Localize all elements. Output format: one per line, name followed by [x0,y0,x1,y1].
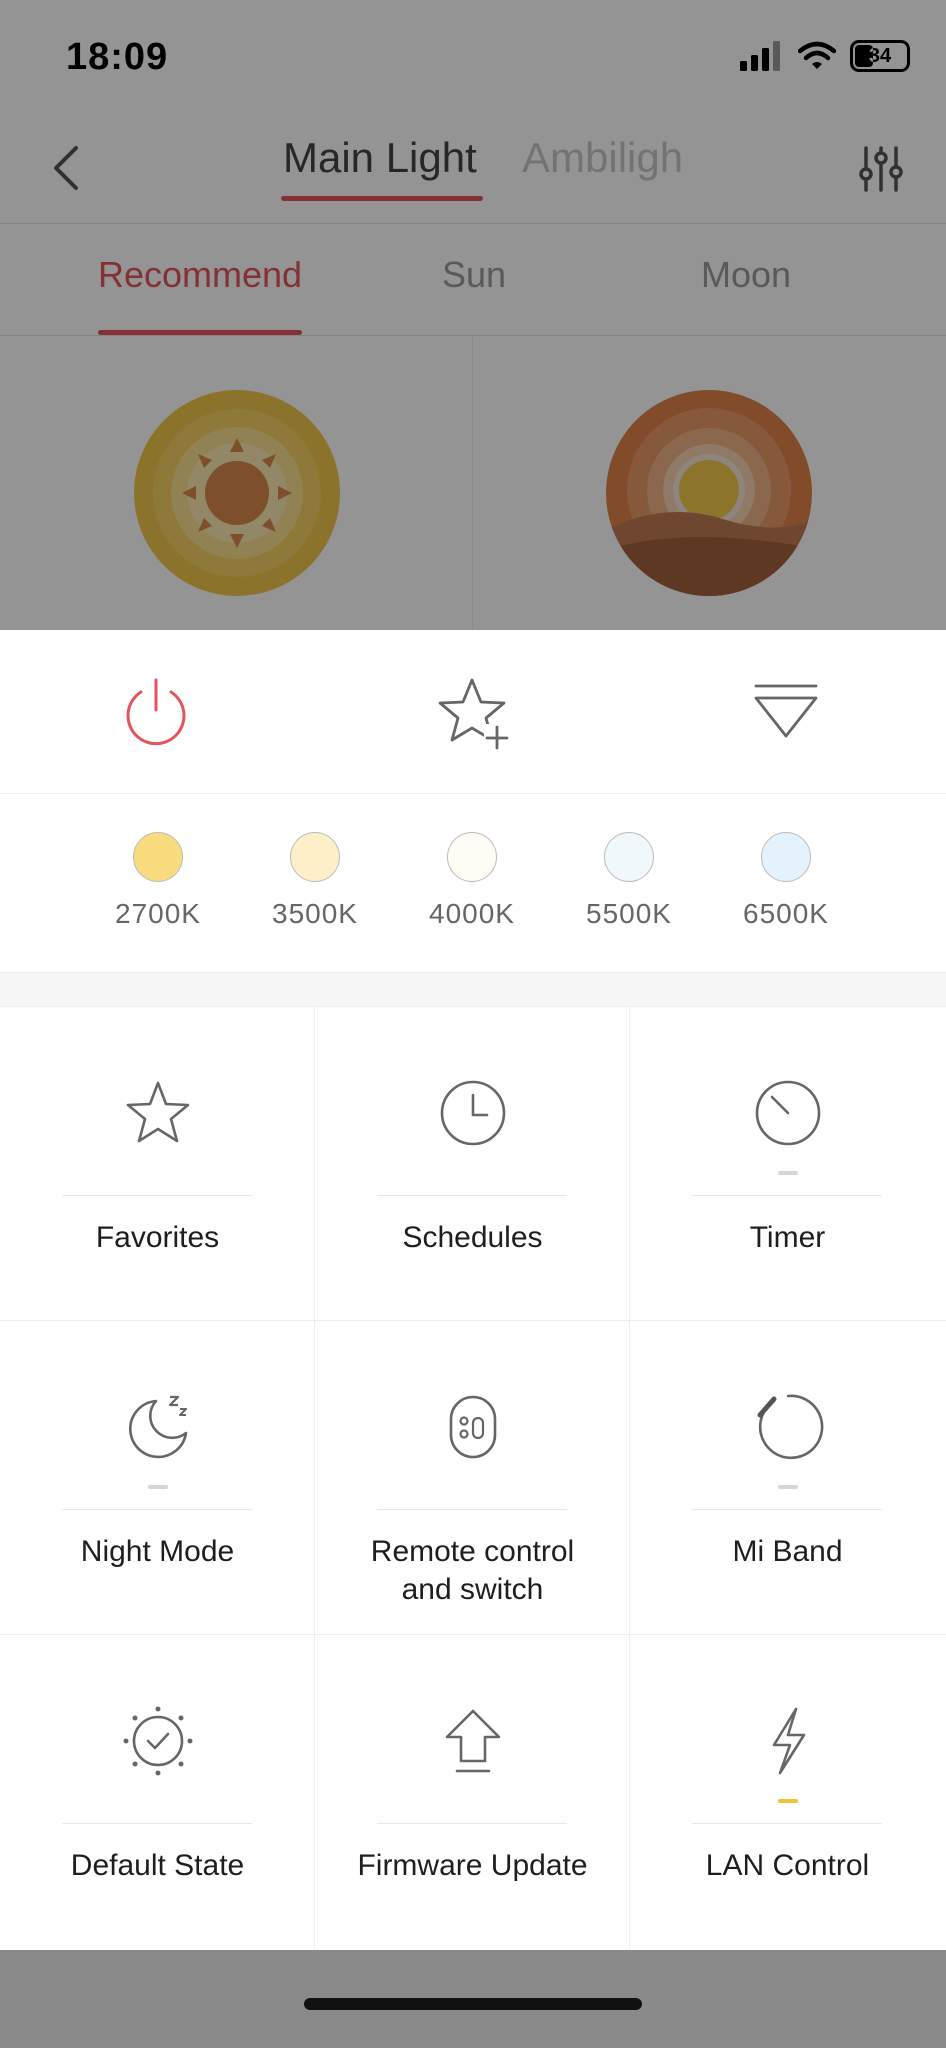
moon-sleep-icon [129,1395,188,1459]
feature-label: Favorites [95,1221,220,1254]
cell-divider [377,1195,567,1196]
feature-label: Firmware Update [357,1849,588,1882]
feature-label: Schedules [402,1221,543,1254]
dim-overlay[interactable] [0,0,946,630]
status-indicator [148,1485,168,1489]
feature-lan-control[interactable]: LAN Control [630,1635,946,1950]
feature-label: Mi Band [732,1535,843,1568]
collapse-icon[interactable] [746,672,826,752]
section-separator [0,972,946,1007]
clock-icon [440,1080,506,1146]
temp-swatch [447,832,497,882]
feature-grid: Favorites Schedules Timer Night Mode Rem… [0,1007,946,1950]
upload-arrow-icon [445,1709,501,1773]
cell-divider [377,1823,567,1824]
status-indicator-active [778,1799,798,1803]
quick-actions [0,630,946,794]
feature-default-state[interactable]: Default State [0,1635,315,1950]
feature-timer[interactable]: Timer [630,1007,946,1321]
temp-swatch [290,832,340,882]
cell-divider [692,1823,882,1824]
feature-label: Timer [749,1221,826,1254]
cell-divider [377,1509,567,1510]
feature-label: Remote control and switch [370,1535,575,1606]
temp-label: 5500K [586,898,672,929]
cell-divider [692,1195,882,1196]
temp-swatch [133,832,183,882]
temp-label: 2700K [115,898,201,929]
control-sheet: 2700K 3500K 4000K 5500K 6500K Favorites [0,630,946,1950]
temp-label: 6500K [743,898,829,929]
temp-6500k[interactable]: 6500K [708,794,864,972]
temp-swatch [604,832,654,882]
temp-2700k[interactable]: 2700K [80,794,236,972]
temp-5500k[interactable]: 5500K [551,794,707,972]
feature-firmware-update[interactable]: Firmware Update [315,1635,630,1950]
feature-label: Default State [70,1849,245,1882]
remote-icon [449,1395,497,1459]
band-icon [757,1394,824,1460]
home-indicator[interactable] [304,1998,642,2010]
cell-divider [62,1823,252,1824]
timer-icon [755,1080,821,1146]
temp-3500k[interactable]: 3500K [237,794,393,972]
feature-remote-control[interactable]: Remote control and switch [315,1321,630,1635]
temp-label: 4000K [429,898,515,929]
power-icon[interactable] [116,672,196,752]
color-temperature-row: 2700K 3500K 4000K 5500K 6500K [0,794,946,972]
temp-swatch [761,832,811,882]
cell-divider [62,1509,252,1510]
feature-label: LAN Control [705,1849,870,1882]
feature-label: Night Mode [80,1535,235,1568]
feature-mi-band[interactable]: Mi Band [630,1321,946,1635]
temp-4000k[interactable]: 4000K [394,794,550,972]
cell-divider [62,1195,252,1196]
status-indicator [778,1485,798,1489]
sun-check-icon [123,1706,193,1776]
cell-divider [692,1509,882,1510]
feature-schedules[interactable]: Schedules [315,1007,630,1321]
star-icon [126,1081,190,1143]
add-favorite-icon[interactable] [432,672,512,752]
feature-night-mode[interactable]: Night Mode [0,1321,315,1635]
temp-label: 3500K [272,898,358,929]
status-indicator [778,1171,798,1175]
lightning-icon [772,1707,806,1775]
feature-favorites[interactable]: Favorites [0,1007,315,1321]
